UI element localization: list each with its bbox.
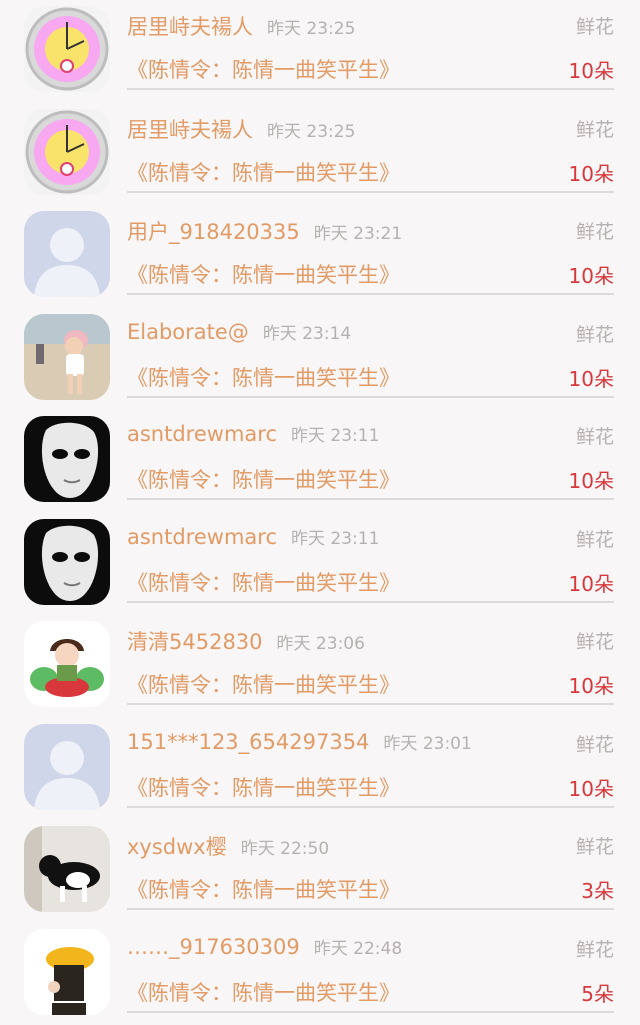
mask-avatar[interactable] xyxy=(24,416,110,502)
divider xyxy=(127,806,614,808)
clock-flower-avatar[interactable] xyxy=(24,109,110,195)
list-item[interactable]: 151***123_654297354昨天 23:01 鲜花 《陈情令：陈情一曲… xyxy=(0,718,640,821)
username[interactable]: ……_917630309昨天 22:48 xyxy=(127,934,402,959)
username[interactable]: asntdrewmarc昨天 23:11 xyxy=(127,524,379,549)
list-item[interactable]: 居里峙夫禓人昨天 23:25 鲜花 《陈情令：陈情一曲笑平生》 10朵 xyxy=(0,0,640,103)
gift-count: 10朵 xyxy=(569,260,614,289)
list-item[interactable]: asntdrewmarc昨天 23:11 鲜花 《陈情令：陈情一曲笑平生》 10… xyxy=(0,410,640,513)
divider xyxy=(127,191,614,193)
book-title-link[interactable]: 《陈情令：陈情一曲笑平生》 xyxy=(127,669,400,699)
gift-count: 5朵 xyxy=(581,978,614,1007)
divider xyxy=(127,601,614,603)
username[interactable]: 用户_918420335昨天 23:21 xyxy=(127,216,402,246)
divider xyxy=(127,908,614,910)
anime-character-avatar[interactable] xyxy=(24,621,110,707)
timestamp: 昨天 23:11 xyxy=(291,426,379,446)
default-user-avatar[interactable] xyxy=(24,724,110,810)
divider xyxy=(127,88,614,90)
timestamp: 昨天 23:25 xyxy=(267,19,355,39)
list-item[interactable]: 居里峙夫禓人昨天 23:25 鲜花 《陈情令：陈情一曲笑平生》 10朵 xyxy=(0,103,640,206)
list-item[interactable]: xysdwx樱昨天 22:50 鲜花 《陈情令：陈情一曲笑平生》 3朵 xyxy=(0,820,640,923)
username[interactable]: xysdwx樱昨天 22:50 xyxy=(127,831,329,861)
gift-count: 10朵 xyxy=(569,158,614,187)
book-title-link[interactable]: 《陈情令：陈情一曲笑平生》 xyxy=(127,54,400,84)
gift-type-label: 鲜花 xyxy=(576,730,614,757)
username[interactable]: 151***123_654297354昨天 23:01 xyxy=(127,729,472,754)
timestamp: 昨天 23:06 xyxy=(277,634,365,654)
gift-type-label: 鲜花 xyxy=(576,422,614,449)
gift-count: 10朵 xyxy=(569,670,614,699)
divider xyxy=(127,1011,614,1013)
gift-type-label: 鲜花 xyxy=(576,627,614,654)
divider xyxy=(127,293,614,295)
timestamp: 昨天 23:14 xyxy=(263,324,351,344)
yellow-hat-person-avatar[interactable] xyxy=(24,929,110,1015)
gift-type-label: 鲜花 xyxy=(576,320,614,347)
book-title-link[interactable]: 《陈情令：陈情一曲笑平生》 xyxy=(127,362,400,392)
book-title-link[interactable]: 《陈情令：陈情一曲笑平生》 xyxy=(127,157,400,187)
cat-photo-avatar[interactable] xyxy=(24,826,110,912)
timestamp: 昨天 23:01 xyxy=(383,734,471,754)
divider xyxy=(127,396,614,398)
timestamp: 昨天 23:11 xyxy=(291,529,379,549)
timestamp: 昨天 22:48 xyxy=(314,939,402,959)
username[interactable]: 清清5452830昨天 23:06 xyxy=(127,626,365,656)
username[interactable]: 居里峙夫禓人昨天 23:25 xyxy=(127,114,355,144)
gift-count: 10朵 xyxy=(569,55,614,84)
list-item[interactable]: 用户_918420335昨天 23:21 鲜花 《陈情令：陈情一曲笑平生》 10… xyxy=(0,205,640,308)
gift-type-label: 鲜花 xyxy=(576,12,614,39)
gift-type-label: 鲜花 xyxy=(576,832,614,859)
username[interactable]: Elaborate@昨天 23:14 xyxy=(127,319,351,344)
divider xyxy=(127,498,614,500)
book-title-link[interactable]: 《陈情令：陈情一曲笑平生》 xyxy=(127,772,400,802)
list-item[interactable]: ……_917630309昨天 22:48 鲜花 《陈情令：陈情一曲笑平生》 5朵 xyxy=(0,923,640,1025)
list-item[interactable]: asntdrewmarc昨天 23:11 鲜花 《陈情令：陈情一曲笑平生》 10… xyxy=(0,513,640,616)
gift-count: 10朵 xyxy=(569,465,614,494)
clock-flower-avatar[interactable] xyxy=(24,6,110,92)
mask-avatar[interactable] xyxy=(24,519,110,605)
username[interactable]: asntdrewmarc昨天 23:11 xyxy=(127,421,379,446)
child-beach-photo-avatar[interactable] xyxy=(24,314,110,400)
default-user-avatar[interactable] xyxy=(24,211,110,297)
gift-type-label: 鲜花 xyxy=(576,217,614,244)
gift-count: 3朵 xyxy=(581,875,614,904)
divider xyxy=(127,703,614,705)
list-item[interactable]: 清清5452830昨天 23:06 鲜花 《陈情令：陈情一曲笑平生》 10朵 xyxy=(0,615,640,718)
gift-type-label: 鲜花 xyxy=(576,115,614,142)
username[interactable]: 居里峙夫禓人昨天 23:25 xyxy=(127,11,355,41)
timestamp: 昨天 23:21 xyxy=(314,224,402,244)
book-title-link[interactable]: 《陈情令：陈情一曲笑平生》 xyxy=(127,259,400,289)
gift-type-label: 鲜花 xyxy=(576,935,614,962)
book-title-link[interactable]: 《陈情令：陈情一曲笑平生》 xyxy=(127,567,400,597)
timestamp: 昨天 22:50 xyxy=(241,839,329,859)
list-item[interactable]: Elaborate@昨天 23:14 鲜花 《陈情令：陈情一曲笑平生》 10朵 xyxy=(0,308,640,411)
gift-count: 10朵 xyxy=(569,773,614,802)
book-title-link[interactable]: 《陈情令：陈情一曲笑平生》 xyxy=(127,464,400,494)
book-title-link[interactable]: 《陈情令：陈情一曲笑平生》 xyxy=(127,977,400,1007)
gift-count: 10朵 xyxy=(569,568,614,597)
gift-type-label: 鲜花 xyxy=(576,525,614,552)
book-title-link[interactable]: 《陈情令：陈情一曲笑平生》 xyxy=(127,874,400,904)
gift-record-list: 居里峙夫禓人昨天 23:25 鲜花 《陈情令：陈情一曲笑平生》 10朵 居里峙夫… xyxy=(0,0,640,1021)
timestamp: 昨天 23:25 xyxy=(267,122,355,142)
gift-count: 10朵 xyxy=(569,363,614,392)
